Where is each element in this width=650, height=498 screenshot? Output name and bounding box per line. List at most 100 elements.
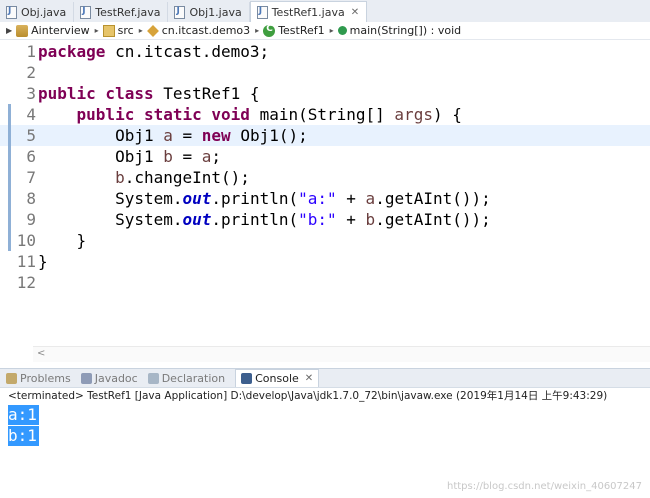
separator-icon: ▸ <box>138 26 143 35</box>
code-token: out <box>182 210 212 229</box>
code-token: ; <box>211 147 222 166</box>
code-line[interactable]: 11} <box>0 251 650 272</box>
code-token: + <box>336 210 366 229</box>
line-number: 5 <box>26 126 36 145</box>
code-token: .println( <box>211 189 299 208</box>
javadoc-icon <box>80 372 92 384</box>
code-token: } <box>38 231 87 250</box>
problems-icon <box>6 372 17 384</box>
code-token: public class <box>38 84 164 103</box>
method-icon <box>337 26 347 35</box>
line-number: 10 <box>16 231 36 250</box>
line-number: 7 <box>26 168 36 187</box>
tab-label: Obj1.java <box>189 5 242 19</box>
code-line[interactable]: 10 } <box>0 230 650 251</box>
tab-javadoc[interactable]: Javadoc <box>80 372 138 385</box>
line-number: 11 <box>16 252 36 271</box>
code-line[interactable]: 4 public static void main(String[] args)… <box>0 104 650 125</box>
code-token: public static void <box>76 105 260 124</box>
close-icon[interactable]: ✕ <box>351 7 359 18</box>
code-token: "b:" <box>298 210 337 229</box>
tab-label: TestRef.java <box>95 5 161 19</box>
tab-testref-java[interactable]: TestRef.java <box>74 2 169 22</box>
line-number: 4 <box>26 105 36 124</box>
scroll-left-icon[interactable]: < <box>37 348 45 359</box>
code-token: = <box>172 147 202 166</box>
code-token: = <box>172 126 202 145</box>
console-line[interactable]: a:1 <box>8 405 39 425</box>
breadcrumb-project[interactable]: Ainterview ▸ <box>16 24 99 37</box>
code-token: new <box>201 126 241 145</box>
java-file-icon <box>79 6 92 19</box>
tab-console[interactable]: Console ✕ <box>235 369 320 387</box>
code-token: a <box>201 147 212 166</box>
code-token: main(String[] <box>259 105 395 124</box>
code-token: ) { <box>432 105 462 124</box>
code-line[interactable]: 7 b.changeInt(); <box>0 167 650 188</box>
java-file-icon <box>173 6 186 19</box>
tab-testref1-java[interactable]: TestRef1.java ✕ <box>249 1 368 22</box>
close-icon[interactable]: ✕ <box>305 373 313 384</box>
code-line[interactable]: 6 Obj1 b = a; <box>0 146 650 167</box>
breadcrumb-method[interactable]: main(String[]) : void <box>337 24 461 37</box>
tab-declaration[interactable]: Declaration <box>147 372 225 385</box>
code-token: Obj1 <box>38 126 164 145</box>
code-token: .println( <box>211 210 299 229</box>
code-token: Obj1(); <box>240 126 308 145</box>
code-token: Obj1 <box>38 147 164 166</box>
code-token: .changeInt(); <box>124 168 250 187</box>
watermark: https://blog.csdn.net/weixin_40607247 <box>446 481 642 492</box>
tab-obj-java[interactable]: Obj.java <box>0 2 75 22</box>
code-line[interactable]: 1 package cn.itcast.demo3; <box>0 41 650 62</box>
code-text: } <box>38 230 87 251</box>
class-icon <box>263 24 276 37</box>
code-text: public class TestRef1 { <box>38 83 260 104</box>
code-token: package <box>38 42 116 61</box>
code-token: .getAInt()); <box>375 189 491 208</box>
code-editor[interactable]: 12 11} 10 } 9 System.out.println("b:" + b.g… <box>0 41 650 366</box>
line-number: 2 <box>26 63 36 82</box>
code-text: public static void main(String[] args) { <box>38 104 462 125</box>
code-line[interactable]: 9 System.out.println("b:" + b.getAInt())… <box>0 209 650 230</box>
code-line[interactable]: 8 System.out.println("a:" + a.getAInt())… <box>0 188 650 209</box>
tab-obj1-java[interactable]: Obj1.java <box>168 2 250 22</box>
java-file-icon <box>256 6 268 19</box>
change-marker <box>8 104 11 251</box>
console-output[interactable]: <terminated> TestRef1 [Java Application]… <box>0 389 650 498</box>
line-number: 1 <box>26 42 36 61</box>
code-token: args <box>394 105 433 124</box>
code-text: package cn.itcast.demo3; <box>38 41 269 62</box>
code-token: b <box>365 210 376 229</box>
code-line[interactable]: 12 <box>0 272 650 293</box>
code-text: b.changeInt(); <box>38 167 250 188</box>
breadcrumb-package[interactable]: cn.itcast.demo3 ▸ <box>146 24 260 37</box>
breadcrumb-src[interactable]: src ▸ <box>102 24 143 37</box>
code-line[interactable]: 2 <box>0 62 650 83</box>
terminated-status: <terminated> TestRef1 [Java Application]… <box>8 390 608 402</box>
code-text: } <box>38 251 48 272</box>
code-line[interactable]: 3 public class TestRef1 { <box>0 83 650 104</box>
breadcrumb-class[interactable]: TestRef1 ▸ <box>263 24 334 37</box>
line-number: 3 <box>26 84 36 103</box>
console-line[interactable]: b:1 <box>8 426 39 446</box>
code-token: System. <box>38 189 183 208</box>
separator-icon: ▸ <box>329 26 334 35</box>
code-line[interactable]: 5 Obj1 a = new Obj1(); <box>0 125 650 146</box>
code-token: a <box>365 189 376 208</box>
chevron-right-icon[interactable]: ▶ <box>6 26 12 35</box>
tab-label: TestRef1.java <box>271 5 345 19</box>
horizontal-scrollbar[interactable]: < <box>33 346 650 362</box>
code-token: + <box>336 189 366 208</box>
code-text: Obj1 b = a; <box>38 146 221 167</box>
view-tab-bar: Problems Javadoc Declaration Console ✕ <box>0 368 650 388</box>
code-token: a <box>163 126 173 145</box>
line-number: 8 <box>26 189 36 208</box>
code-token: TestRef1 { <box>163 84 260 103</box>
breadcrumb: ▶ Ainterview ▸ src ▸ cn.itcast.demo3 ▸ T… <box>0 22 650 40</box>
tab-problems[interactable]: Problems <box>6 372 71 385</box>
project-icon <box>16 24 29 37</box>
code-token: b <box>163 147 173 166</box>
separator-icon: ▸ <box>255 26 260 35</box>
code-token: "a:" <box>298 189 337 208</box>
